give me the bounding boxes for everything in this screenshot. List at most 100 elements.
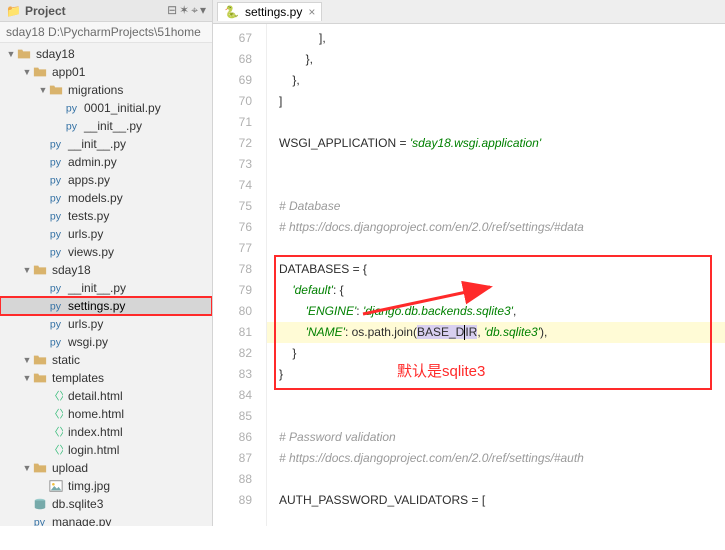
collapse-icon[interactable]: ⊟ bbox=[167, 3, 177, 18]
expand-arrow-icon[interactable]: ▼ bbox=[22, 355, 32, 365]
tree-node[interactable]: 〈〉 detail.html bbox=[0, 387, 212, 405]
tree-node[interactable]: py __init__.py bbox=[0, 279, 212, 297]
code-token: ), bbox=[540, 325, 547, 339]
code-token bbox=[279, 304, 306, 318]
tree-node[interactable]: ▼sday18 bbox=[0, 261, 212, 279]
tree-node-label: settings.py bbox=[68, 299, 125, 313]
gear-icon[interactable]: ✶ bbox=[179, 3, 189, 18]
py-icon: py bbox=[48, 190, 64, 206]
svg-text:py: py bbox=[50, 175, 62, 187]
code-line[interactable] bbox=[279, 406, 725, 427]
svg-text:py: py bbox=[50, 193, 62, 205]
svg-text:〈〉: 〈〉 bbox=[49, 427, 63, 439]
tree-node[interactable]: py__init__.py bbox=[0, 117, 212, 135]
code-line[interactable]: WSGI_APPLICATION = 'sday18.wsgi.applicat… bbox=[279, 133, 725, 154]
code-line[interactable]: # https://docs.djangoproject.com/en/2.0/… bbox=[279, 217, 725, 238]
tree-node[interactable]: timg.jpg bbox=[0, 477, 212, 495]
tree-node[interactable]: ▼upload bbox=[0, 459, 212, 477]
code-token bbox=[279, 283, 292, 297]
tree-node[interactable]: db.sqlite3 bbox=[0, 495, 212, 513]
tree-node[interactable]: pyurls.py bbox=[0, 315, 212, 333]
tree-node-label: 0001_initial.py bbox=[84, 101, 161, 115]
tree-node-selected[interactable]: pysettings.py bbox=[0, 297, 212, 315]
tree-node-label: __init__.py bbox=[68, 281, 126, 295]
line-number: 84 bbox=[217, 385, 252, 406]
line-number: 77 bbox=[217, 238, 252, 259]
tree-node[interactable]: pytests.py bbox=[0, 207, 212, 225]
code-line[interactable]: DATABASES = { bbox=[279, 259, 725, 280]
tree-node[interactable]: pymodels.py bbox=[0, 189, 212, 207]
code-line[interactable]: 'ENGINE': 'django.db.backends.sqlite3', bbox=[279, 301, 725, 322]
tree-node-label: apps.py bbox=[68, 173, 110, 187]
tree-node[interactable]: pymanage.py bbox=[0, 513, 212, 526]
tree-node-label: admin.py bbox=[68, 155, 117, 169]
code-token: # https://docs.djangoproject.com/en/2.0/… bbox=[279, 220, 584, 234]
tree-node[interactable]: 〈〉index.html bbox=[0, 423, 212, 441]
code-line[interactable] bbox=[279, 238, 725, 259]
expand-arrow-icon[interactable]: ▼ bbox=[22, 463, 32, 473]
code-line[interactable] bbox=[279, 154, 725, 175]
code-token: 'ENGINE' bbox=[306, 304, 357, 318]
tree-node-label: __init__.py bbox=[68, 137, 126, 151]
code-token: , bbox=[513, 304, 516, 318]
code-line[interactable]: ], bbox=[279, 28, 725, 49]
code-line[interactable] bbox=[279, 112, 725, 133]
code-token: 'sday18.wsgi.application' bbox=[410, 136, 541, 150]
expand-arrow-icon[interactable]: ▼ bbox=[22, 373, 32, 383]
folder-icon bbox=[32, 352, 48, 368]
expand-arrow-icon[interactable]: ▼ bbox=[22, 67, 32, 77]
target-icon[interactable]: ⌖ bbox=[191, 3, 198, 18]
expand-arrow-icon[interactable]: ▼ bbox=[6, 49, 16, 59]
code-token: 'db.sqlite3' bbox=[484, 325, 540, 339]
py-icon: py bbox=[48, 226, 64, 242]
tree-node-label: wsgi.py bbox=[68, 335, 108, 349]
tree-node[interactable]: py__init__.py bbox=[0, 135, 212, 153]
svg-text:〈〉: 〈〉 bbox=[49, 391, 63, 403]
code-line[interactable]: 'default': { bbox=[279, 280, 725, 301]
tree-node[interactable]: ▼migrations bbox=[0, 81, 212, 99]
tree-node-label: sday18 bbox=[36, 47, 75, 61]
tree-node-label: home.html bbox=[68, 407, 124, 421]
tree-node[interactable]: ▼templates bbox=[0, 369, 212, 387]
code-line[interactable]: }, bbox=[279, 49, 725, 70]
svg-text:py: py bbox=[66, 103, 78, 115]
close-icon[interactable]: × bbox=[308, 5, 315, 19]
hide-icon[interactable]: ▾ bbox=[200, 3, 206, 18]
tree-node[interactable]: pyadmin.py bbox=[0, 153, 212, 171]
expand-arrow-icon[interactable]: ▼ bbox=[38, 85, 48, 95]
expand-arrow-icon[interactable]: ▼ bbox=[22, 265, 32, 275]
project-tree[interactable]: ▼sday18▼app01▼migrationspy0001_initial.p… bbox=[0, 43, 212, 526]
tree-node[interactable]: pywsgi.py bbox=[0, 333, 212, 351]
code-line[interactable]: # https://docs.djangoproject.com/en/2.0/… bbox=[279, 448, 725, 469]
code-line[interactable]: } bbox=[279, 364, 725, 385]
svg-text:py: py bbox=[50, 283, 62, 295]
code-area[interactable]: 6768697071727374757677787980818283848586… bbox=[213, 24, 725, 526]
tree-node[interactable]: 〈〉home.html bbox=[0, 405, 212, 423]
tree-node-label: static bbox=[52, 353, 80, 367]
tree-node[interactable]: ▼ sday18 bbox=[0, 45, 212, 63]
tree-node[interactable]: ▼app01 bbox=[0, 63, 212, 81]
code-token: BASE_D bbox=[417, 325, 464, 339]
tree-node[interactable]: 〈〉login.html bbox=[0, 441, 212, 459]
tree-node[interactable]: py 0001_initial.py bbox=[0, 99, 212, 117]
code-line[interactable]: # Database bbox=[279, 196, 725, 217]
code-line[interactable]: # Password validation bbox=[279, 427, 725, 448]
line-number: 89 bbox=[217, 490, 252, 511]
code-line[interactable]: ] bbox=[279, 91, 725, 112]
python-file-icon: 🐍 bbox=[224, 5, 239, 19]
code-line[interactable] bbox=[279, 469, 725, 490]
code-line[interactable]: } bbox=[279, 343, 725, 364]
tree-node-label: detail.html bbox=[68, 389, 123, 403]
code-line[interactable]: AUTH_PASSWORD_VALIDATORS = [ bbox=[279, 490, 725, 511]
code-line[interactable] bbox=[279, 175, 725, 196]
tree-node[interactable]: ▼ static bbox=[0, 351, 212, 369]
code-content[interactable]: 默认是sqlite3 ], }, },]WSGI_APPLICATION = '… bbox=[267, 24, 725, 526]
py-icon: py bbox=[48, 244, 64, 260]
tree-node[interactable]: pyurls.py bbox=[0, 225, 212, 243]
svg-text:py: py bbox=[34, 517, 46, 527]
tree-node[interactable]: py apps.py bbox=[0, 171, 212, 189]
tab-settings[interactable]: 🐍 settings.py × bbox=[217, 2, 322, 21]
code-line[interactable] bbox=[279, 385, 725, 406]
code-line[interactable]: }, bbox=[279, 70, 725, 91]
tree-node[interactable]: pyviews.py bbox=[0, 243, 212, 261]
